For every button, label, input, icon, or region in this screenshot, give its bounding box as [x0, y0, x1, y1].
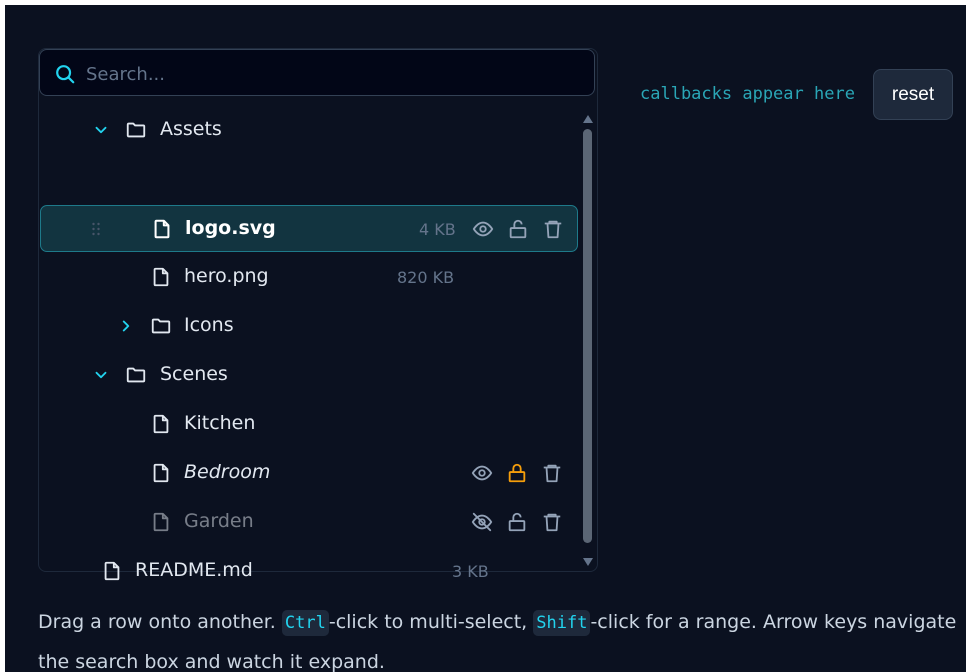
help-text: Drag a row onto another. Ctrl -click to m… — [38, 602, 966, 672]
tree-row-label: hero.png — [184, 265, 269, 287]
tree-row-scenes[interactable]: Scenes — [40, 352, 578, 399]
kbd-shift: Shift — [533, 610, 591, 636]
file-icon — [104, 561, 120, 581]
tree-row-label: logo.svg — [185, 217, 276, 239]
search-input[interactable] — [84, 58, 578, 90]
file-icon — [153, 512, 169, 532]
folder-icon — [126, 367, 146, 383]
search-box[interactable] — [39, 49, 595, 96]
tree-row-bedroom[interactable]: Bedroom — [40, 450, 578, 497]
trash-icon[interactable] — [542, 218, 564, 240]
file-icon — [153, 414, 169, 434]
help-text-part: -click to multi-select, — [328, 611, 534, 633]
reset-button[interactable]: reset — [873, 69, 953, 120]
kbd-ctrl: Ctrl — [281, 610, 329, 636]
drag-handle-icon[interactable] — [91, 222, 101, 236]
tree-row-label: Scenes — [160, 363, 228, 385]
unlock-icon[interactable] — [507, 218, 529, 240]
tree-row-icons[interactable]: Icons — [40, 303, 578, 350]
tree-row-logo-svg[interactable]: logo.svg 4 KB — [40, 205, 578, 252]
callback-log: callbacks appear here — [640, 84, 855, 104]
tree-row-assets[interactable]: Assets — [40, 107, 578, 154]
folder-icon — [151, 318, 171, 334]
app-window: Assets logo.svg 4 KB hero.png 820 KB — [5, 5, 966, 672]
help-text-part: Drag a row onto another. — [38, 611, 282, 633]
file-icon — [153, 267, 169, 287]
tree-row-label: Assets — [160, 118, 222, 140]
lock-icon[interactable] — [506, 462, 528, 484]
search-icon — [56, 65, 75, 84]
help-text-line2: the search box and watch it expand. — [38, 651, 385, 672]
tree-row-garden[interactable]: Garden — [40, 499, 578, 546]
chevron-down-icon[interactable] — [92, 366, 110, 384]
tree-row-label: Kitchen — [184, 412, 256, 434]
folder-icon — [126, 122, 146, 138]
help-text-part: -click for a range. Arrow keys navigate — [590, 611, 957, 633]
eye-icon[interactable] — [471, 462, 493, 484]
scroll-up-arrow-icon[interactable] — [582, 114, 594, 124]
chevron-right-icon[interactable] — [117, 317, 135, 335]
tree-row-hero-png[interactable]: hero.png 820 KB — [40, 254, 578, 301]
file-size: 820 KB — [397, 268, 455, 287]
file-icon — [154, 219, 170, 239]
scroll-down-arrow-icon[interactable] — [582, 557, 594, 567]
tree-row-label: Bedroom — [184, 461, 271, 483]
scrollbar-thumb[interactable] — [583, 129, 592, 543]
eye-icon[interactable] — [472, 218, 494, 240]
file-size: 4 KB — [419, 220, 456, 239]
eye-off-icon[interactable] — [471, 511, 493, 533]
file-tree-panel: Assets logo.svg 4 KB hero.png 820 KB — [38, 48, 598, 581]
unlock-icon[interactable] — [506, 511, 528, 533]
trash-icon[interactable] — [541, 462, 563, 484]
tree-row-label: Icons — [184, 314, 234, 336]
file-size: 3 KB — [452, 562, 489, 581]
tree-row-kitchen[interactable]: Kitchen — [40, 401, 578, 448]
tree-row-label: Garden — [184, 510, 254, 532]
tree-row-readme-md[interactable]: README.md 3 KB — [40, 548, 578, 595]
trash-icon[interactable] — [541, 511, 563, 533]
file-icon — [153, 463, 169, 483]
tree-row-label: README.md — [135, 559, 253, 581]
chevron-down-icon[interactable] — [92, 121, 110, 139]
